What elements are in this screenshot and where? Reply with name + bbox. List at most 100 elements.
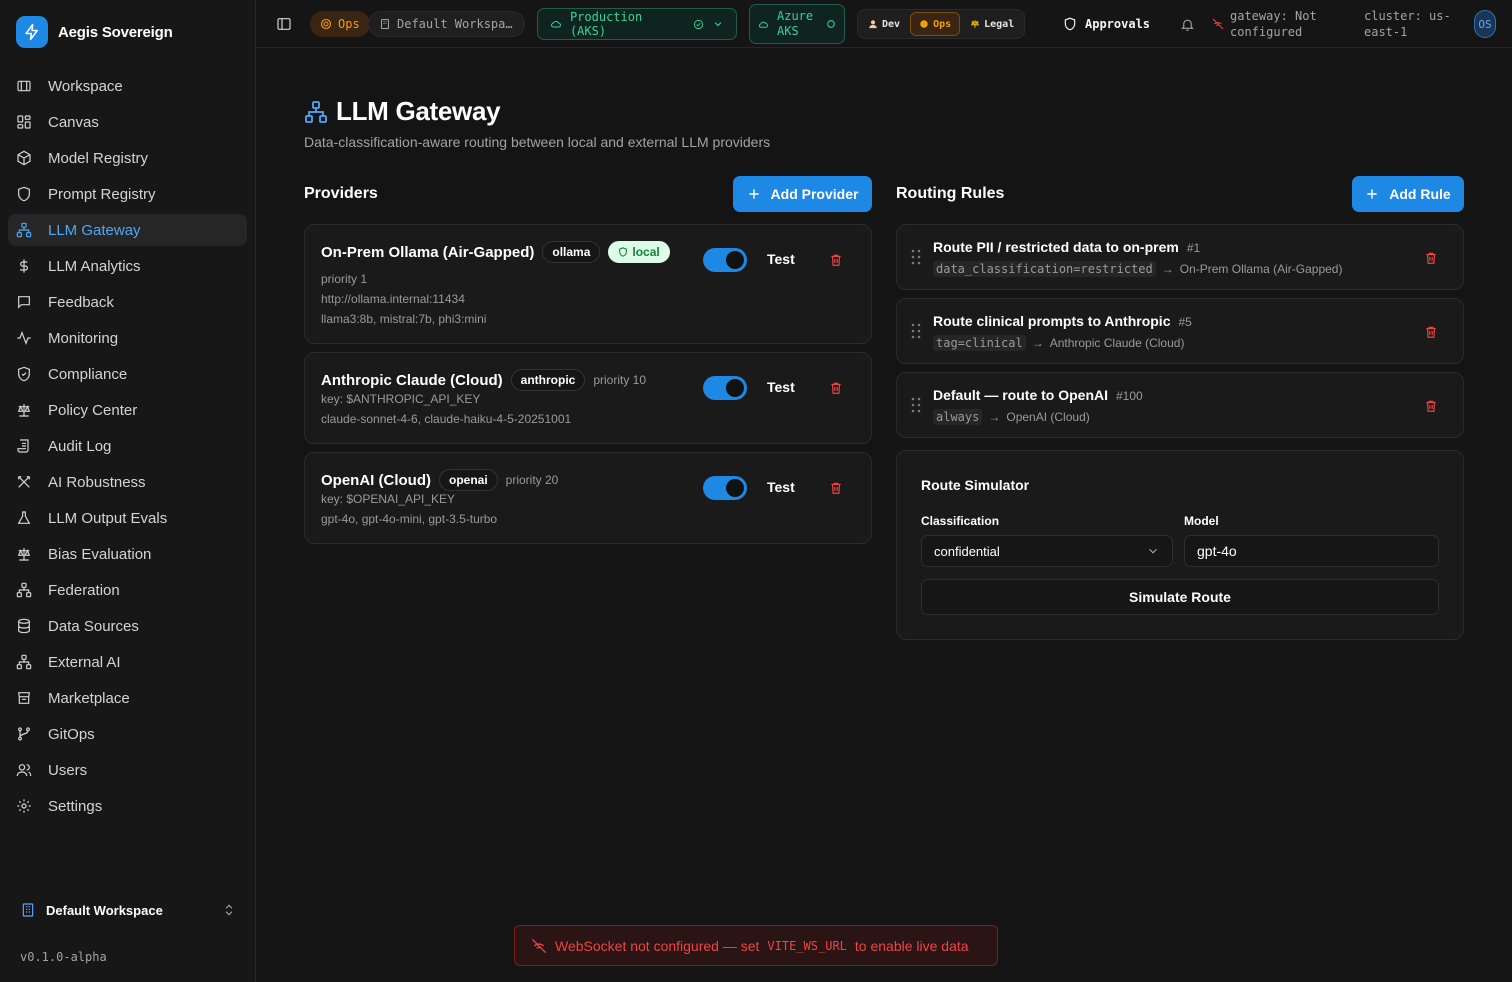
sidebar-item-compliance[interactable]: Compliance	[8, 358, 247, 390]
provider-card: On-Prem Ollama (Air-Gapped) ollama local…	[304, 224, 872, 344]
sidebar-item-label: Feedback	[48, 293, 114, 311]
provider-models: gpt-4o, gpt-4o-mini, gpt-3.5-turbo	[321, 512, 498, 526]
database-icon	[18, 618, 30, 634]
sidebar-item-bias-evaluation[interactable]: Bias Evaluation	[8, 538, 247, 570]
sidebar-item-settings[interactable]: Settings	[8, 790, 247, 822]
workspace-pill[interactable]: Default Workspa…	[368, 11, 525, 37]
sidebar-item-model-registry[interactable]: Model Registry	[8, 142, 247, 174]
add-provider-button[interactable]: Add Provider	[733, 176, 872, 212]
sidebar-item-label: Settings	[48, 797, 103, 815]
workspace-switcher[interactable]: Default Workspace	[12, 894, 244, 926]
approvals-button[interactable]: Approvals	[1063, 0, 1150, 48]
test-provider-button[interactable]: Test	[767, 379, 795, 395]
classification-label: Classification	[921, 514, 1000, 528]
provider-enabled-toggle[interactable]	[703, 476, 747, 500]
scroll-icon	[17, 439, 29, 453]
sidebar-item-label: Users	[48, 761, 88, 779]
role-ops[interactable]: Ops	[910, 12, 961, 36]
sidebar-item-workspace[interactable]: Workspace	[8, 70, 247, 102]
sidebar-item-gitops[interactable]: GitOps	[8, 718, 247, 750]
sidebar-item-llm-output-evals[interactable]: LLM Output Evals	[8, 502, 247, 534]
sidebar-nav: Workspace Canvas Model Registry Prompt R…	[8, 70, 247, 826]
role-dev[interactable]: Dev	[860, 12, 908, 36]
bell-icon	[1181, 19, 1194, 31]
sidebar: Aegis Sovereign Workspace Canvas Model R…	[0, 0, 256, 982]
avatar[interactable]: OS	[1474, 10, 1496, 38]
arrow-right-icon: →	[1161, 262, 1174, 276]
websocket-warning-toast: WebSocket not configured — set VITE_WS_U…	[514, 925, 998, 966]
git-branch-icon	[18, 727, 30, 741]
sidebar-item-audit-log[interactable]: Audit Log	[8, 430, 247, 462]
sidebar-item-prompt-registry[interactable]: Prompt Registry	[8, 178, 247, 210]
rule-title: Default — route to OpenAI	[933, 387, 1108, 403]
sidebar-item-marketplace[interactable]: Marketplace	[8, 682, 247, 714]
simulate-route-button[interactable]: Simulate Route	[921, 579, 1439, 615]
drag-handle-icon[interactable]	[911, 323, 921, 339]
routing-rule[interactable]: Default — route to OpenAI #100 always → …	[896, 372, 1464, 438]
sidebar-item-external-ai[interactable]: External AI	[8, 646, 247, 678]
sidebar-item-feedback[interactable]: Feedback	[8, 286, 247, 318]
sidebar-item-label: Compliance	[48, 365, 128, 383]
sidebar-item-policy-center[interactable]: Policy Center	[8, 394, 247, 426]
sidebar-item-llm-analytics[interactable]: LLM Analytics	[8, 250, 247, 282]
shield-check-icon	[18, 366, 30, 382]
sidebar-item-monitoring[interactable]: Monitoring	[8, 322, 247, 354]
role-legal[interactable]: Legal	[962, 12, 1022, 36]
provider-type-tag: openai	[438, 469, 498, 491]
rule-condition: always	[933, 409, 983, 425]
topbar: Ops Default Workspa… Production (AKS) Az…	[256, 0, 1512, 48]
user-icon	[869, 20, 877, 29]
sidebar-item-data-sources[interactable]: Data Sources	[8, 610, 247, 642]
arrow-right-icon: →	[988, 410, 1001, 424]
routing-rule[interactable]: Route clinical prompts to Anthropic #5 t…	[896, 298, 1464, 364]
ops-badge[interactable]: Ops	[310, 11, 370, 37]
routing-rule[interactable]: Route PII / restricted data to on-prem #…	[896, 224, 1464, 290]
rule-number: #1	[1186, 241, 1201, 255]
route-simulator: Route Simulator Classification confident…	[896, 450, 1464, 640]
model-input[interactable]	[1184, 535, 1439, 567]
trash-icon[interactable]	[829, 253, 843, 267]
trash-icon[interactable]	[829, 381, 843, 395]
drag-handle-icon[interactable]	[911, 397, 921, 413]
sidebar-item-label: External AI	[48, 653, 121, 671]
drag-handle-icon[interactable]	[911, 249, 921, 265]
plus-icon	[748, 189, 759, 199]
brand[interactable]: Aegis Sovereign	[16, 16, 173, 48]
sidebar-item-canvas[interactable]: Canvas	[8, 106, 247, 138]
swords-icon	[18, 476, 30, 488]
cluster-status: cluster: us- east-1	[1364, 9, 1451, 39]
dollar-icon	[20, 259, 28, 273]
trash-icon[interactable]	[829, 481, 843, 495]
page-header: LLM Gateway	[304, 96, 501, 127]
sidebar-item-users[interactable]: Users	[8, 754, 247, 786]
classification-select[interactable]: confidential	[921, 535, 1173, 567]
provider-enabled-toggle[interactable]	[703, 248, 747, 272]
notifications-button[interactable]	[1180, 0, 1195, 48]
sidebar-item-ai-robustness[interactable]: AI Robustness	[8, 466, 247, 498]
workspace-switcher-label: Default Workspace	[46, 902, 163, 918]
test-provider-button[interactable]: Test	[767, 479, 795, 495]
test-provider-button[interactable]: Test	[767, 251, 795, 267]
sidebar-item-llm-gateway[interactable]: LLM Gateway	[8, 214, 247, 246]
provider-enabled-toggle[interactable]	[703, 376, 747, 400]
sidebar-item-label: Marketplace	[48, 689, 130, 707]
sidebar-item-label: LLM Gateway	[48, 221, 141, 239]
grid-icon	[17, 115, 31, 129]
provider-priority: priority 1	[321, 272, 368, 286]
sidebar-toggle-button[interactable]	[276, 0, 292, 48]
environment-select[interactable]: Production (AKS)	[537, 8, 737, 40]
sidebar-item-federation[interactable]: Federation	[8, 574, 247, 606]
cloud-provider-badge[interactable]: Azure AKS	[749, 4, 845, 44]
sidebar-item-label: Monitoring	[48, 329, 119, 347]
trash-icon[interactable]	[1424, 251, 1438, 265]
check-circle-icon	[694, 19, 704, 29]
trash-icon[interactable]	[1424, 399, 1438, 413]
sidebar-item-label: Canvas	[48, 113, 99, 131]
users-icon	[16, 764, 32, 777]
store-icon	[17, 692, 31, 704]
simulator-title: Route Simulator	[921, 477, 1030, 493]
box-icon	[17, 150, 31, 166]
add-rule-button[interactable]: Add Rule	[1352, 176, 1464, 212]
trash-icon[interactable]	[1424, 325, 1438, 339]
building-icon	[381, 19, 389, 29]
